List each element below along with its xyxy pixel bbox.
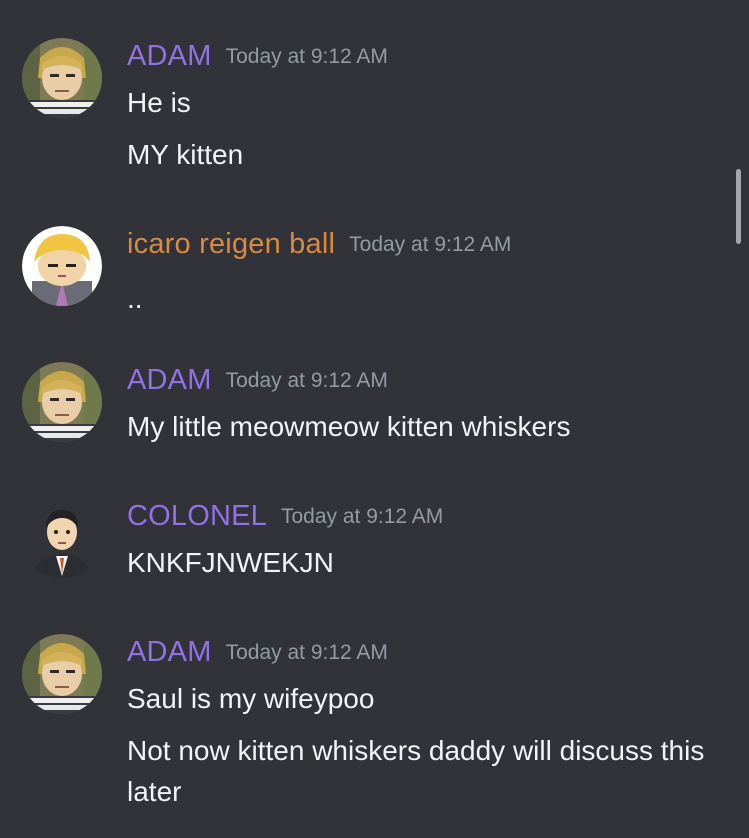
- reigen-meme-avatar-icon: [22, 362, 102, 442]
- timestamp: Today at 9:12 AM: [225, 641, 388, 664]
- user-avatar[interactable]: [22, 226, 102, 306]
- username[interactable]: icaro reigen ball: [127, 228, 335, 260]
- timestamp: Today at 9:12 AM: [225, 45, 388, 68]
- user-avatar[interactable]: [22, 362, 102, 442]
- timestamp: Today at 9:12 AM: [349, 233, 512, 256]
- username[interactable]: ADAM: [127, 364, 212, 396]
- message-text: Saul is my wifeypoo: [127, 683, 375, 714]
- message-header: icaro reigen ball Today at 9:12 AM: [127, 226, 511, 262]
- username[interactable]: ADAM: [127, 40, 212, 72]
- user-avatar[interactable]: [22, 38, 102, 118]
- message-text: ..: [127, 283, 143, 314]
- message-text: MY kitten: [127, 139, 244, 170]
- message-text: KNKFJNWEKJN: [127, 547, 334, 578]
- message-text: My little meowmeow kitten whiskers: [127, 411, 571, 442]
- message-text: He is: [127, 87, 191, 118]
- message-header: ADAM Today at 9:12 AM: [127, 362, 388, 398]
- reigen-meme-avatar-icon: [22, 38, 102, 118]
- message-header: ADAM Today at 9:12 AM: [127, 634, 388, 670]
- message-text: Not now kitten whiskers daddy will discu…: [127, 735, 705, 807]
- scrollbar-thumb[interactable]: [736, 169, 741, 244]
- message-header: ADAM Today at 9:12 AM: [127, 38, 388, 74]
- user-avatar[interactable]: [22, 498, 102, 578]
- serizawa-avatar-icon: [22, 498, 102, 578]
- username[interactable]: COLONEL: [127, 500, 267, 532]
- user-avatar[interactable]: [22, 634, 102, 714]
- timestamp: Today at 9:12 AM: [225, 369, 388, 392]
- timestamp: Today at 9:12 AM: [281, 505, 444, 528]
- username[interactable]: ADAM: [127, 636, 212, 668]
- reigen-meme-avatar-icon: [22, 634, 102, 714]
- message-header: COLONEL Today at 9:12 AM: [127, 498, 443, 534]
- reigen-chibi-avatar-icon: [22, 226, 102, 306]
